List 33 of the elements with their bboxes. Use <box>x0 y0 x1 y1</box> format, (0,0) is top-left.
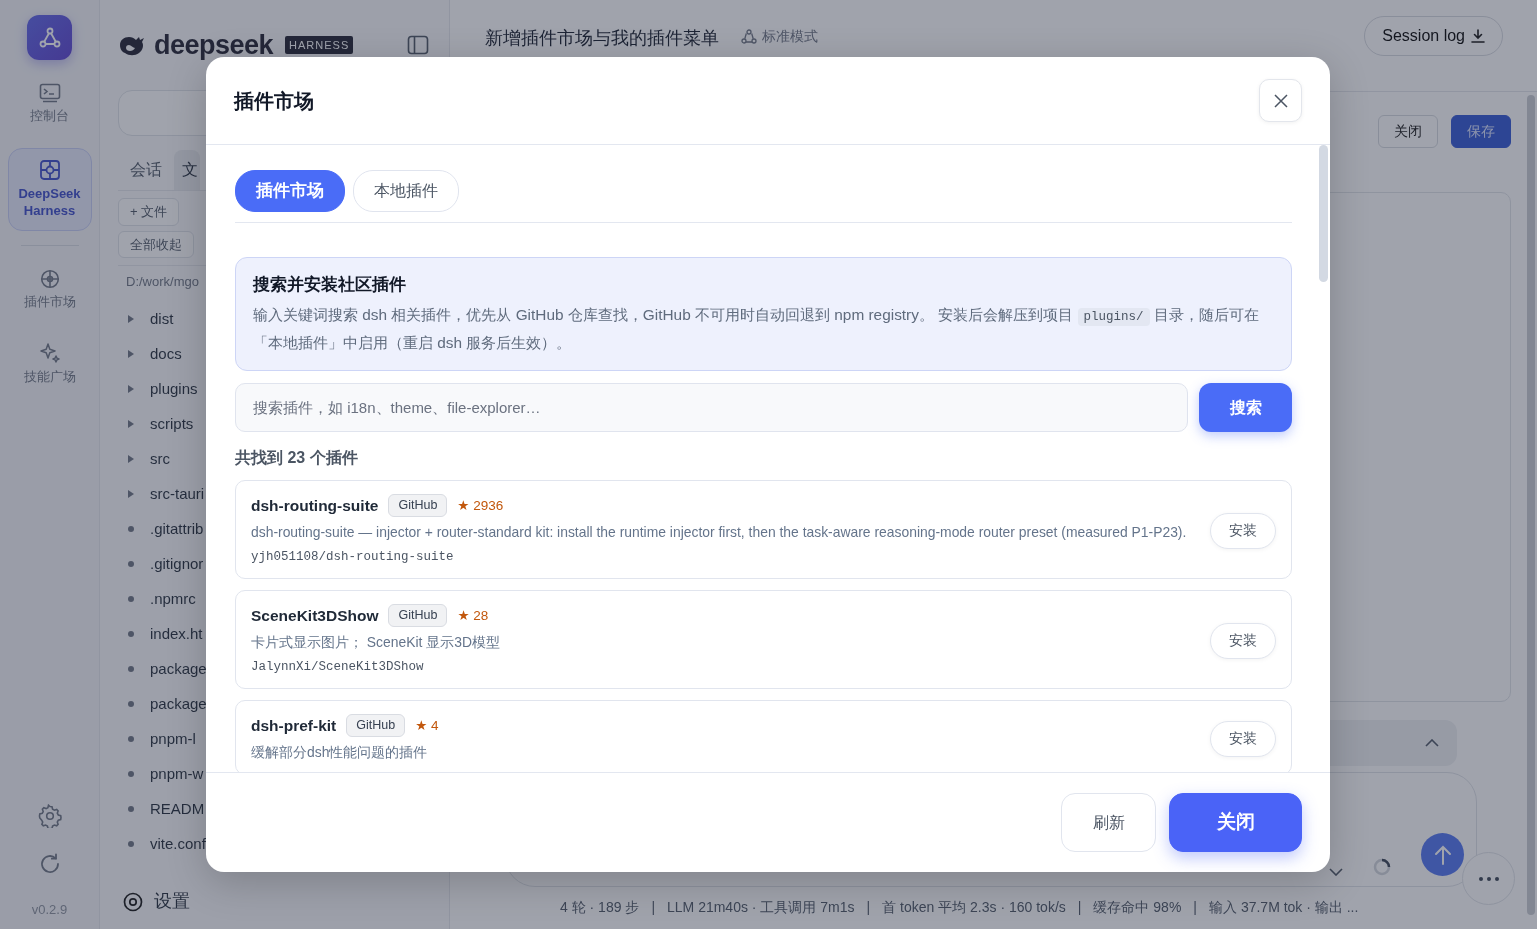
plugin-name: dsh-pref-kit <box>251 716 337 736</box>
logo-badge: HARNESS <box>285 35 354 55</box>
status-text: 首 token 平均 2.3s · 160 tok/s <box>882 898 1066 917</box>
repo-path: yjh051108/dsh-routing-suite <box>251 549 455 567</box>
source-tag: GitHub <box>388 494 448 517</box>
status-text: 缓存命中 98% <box>1093 898 1182 917</box>
info-title: 搜索并安装社区插件 <box>253 273 407 296</box>
repo-path: JalynnXi/SceneKit3DShow <box>251 659 425 677</box>
source-tag: GitHub <box>388 604 448 627</box>
status-text: 输入 37.7M tok · 输出 ... <box>1209 898 1359 917</box>
plugin-description: dsh-routing-suite — injector + router-standard kit: install the runtime injector first, then the task-aware reasoning-mode router preset (measured P1-P23). <box>251 523 1188 543</box>
star-count: ★ 4 <box>415 716 439 735</box>
star-count: ★ 28 <box>457 606 489 625</box>
folder-path: D:/work/mgo <box>126 273 199 291</box>
source-tag: GitHub <box>346 714 406 737</box>
info-text: 输入关键词搜索 dsh 相关插件，优先从 GitHub 仓库查找，GitHub 不可用时自动回退到 npm registry。 安装后会解压到项目 plugins/ 目录，随后可在「本地插件」中启用（重启 dsh 服务后生效）。 <box>253 305 1260 353</box>
separator: | <box>651 898 655 917</box>
mode-label: 标准模式 <box>762 27 818 46</box>
plugin-description: 缓解部分dsh性能问题的插件 <box>251 743 429 763</box>
result-count: 共找到 23 个插件 <box>235 448 359 468</box>
separator: | <box>1193 898 1197 917</box>
status-text: 4 轮 · 189 步 <box>560 898 640 917</box>
star-count: ★ 2936 <box>457 496 504 515</box>
version-label: v0.2.9 <box>31 900 68 919</box>
dialog-title: 插件市场 <box>234 88 314 114</box>
separator: | <box>866 898 871 917</box>
separator: | <box>1077 898 1082 917</box>
session-title: 新增插件市场与我的插件菜单 <box>485 27 719 50</box>
logo-text: deepseek <box>154 31 274 59</box>
plugin-name: dsh-routing-suite <box>251 496 379 516</box>
plugin-description: 卡片式显示图片； SceneKit 显示3D模型 <box>251 633 502 653</box>
plugin-name: SceneKit3DShow <box>251 606 379 626</box>
status-text: LLM 21m40s · 工具调用 7m1s <box>667 898 855 917</box>
